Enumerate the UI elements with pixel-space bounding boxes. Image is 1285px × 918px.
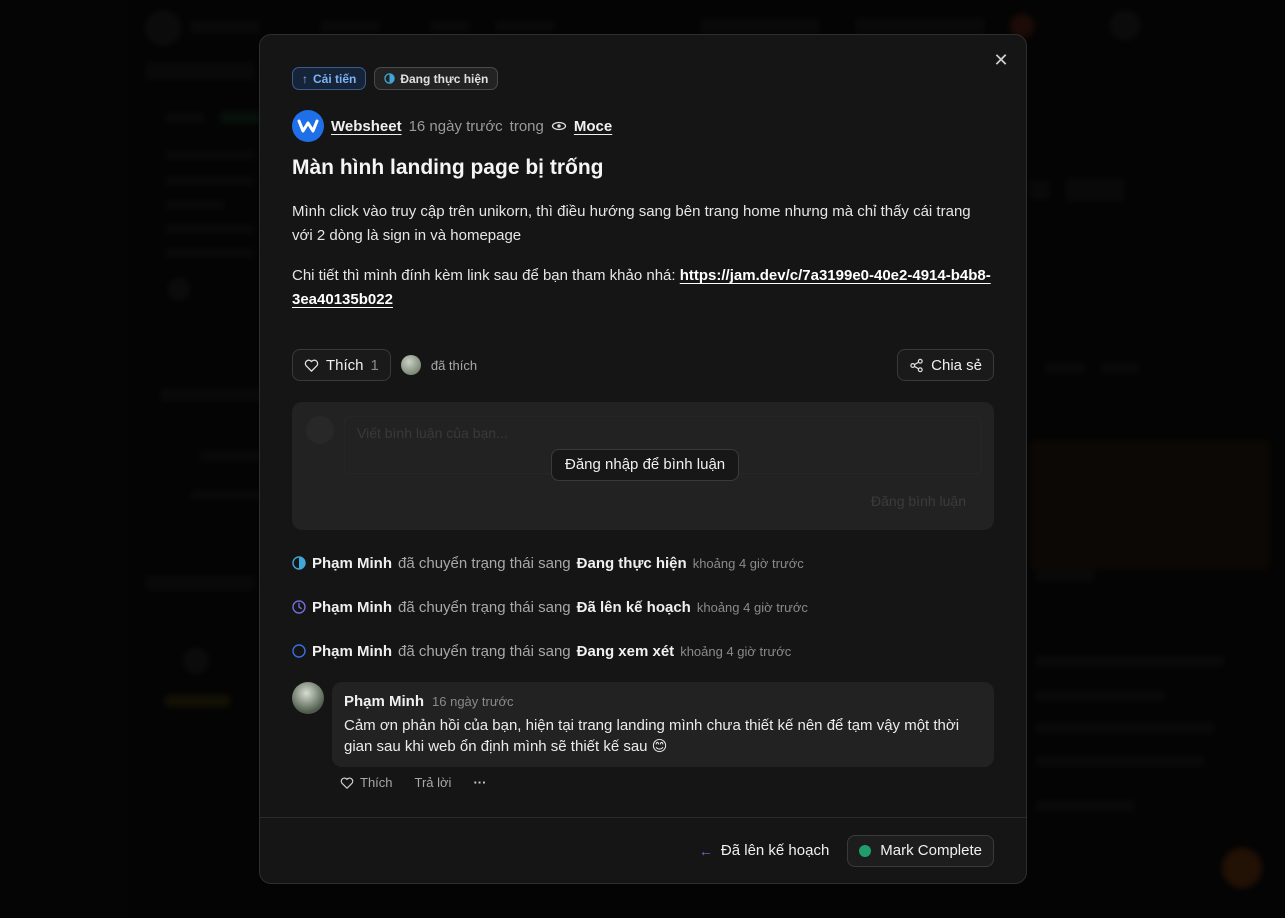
liked-text: đã thích	[430, 357, 478, 373]
share-icon	[910, 358, 923, 372]
in-progress-icon	[292, 556, 306, 570]
eye-icon	[551, 121, 567, 131]
login-to-comment-button[interactable]: Đăng nhập để bình luận	[551, 449, 740, 481]
tag-category[interactable]: ↑ Cải tiến	[292, 67, 367, 90]
more-options-icon[interactable]: ···	[473, 775, 486, 790]
comment-reply-button[interactable]: Trả lời	[415, 775, 452, 790]
board-link[interactable]: Moce	[574, 118, 612, 135]
activity-item: Phạm Minh đã chuyển trạng thái sang Đang…	[292, 552, 994, 574]
share-button[interactable]: Chia sẻ	[897, 349, 994, 381]
author-link[interactable]: Websheet	[331, 118, 402, 135]
in-progress-icon	[384, 73, 396, 84]
arrow-up-icon: ↑	[302, 71, 308, 86]
comment-actions: Thích Trả lời ···	[340, 775, 994, 790]
post-paragraph: Mình click vào truy cập trên unikorn, th…	[292, 203, 971, 244]
posted-time: 16 ngày trước	[408, 117, 503, 135]
like-count: 1	[370, 356, 379, 374]
avatar[interactable]	[292, 682, 324, 714]
comment-author[interactable]: Phạm Minh	[344, 693, 424, 710]
comment-time: 16 ngày trước	[432, 694, 514, 709]
like-button[interactable]: Thích 1	[292, 349, 391, 381]
comment-bubble: Phạm Minh 16 ngày trước Cảm ơn phản hồi …	[332, 682, 994, 767]
liker-avatar[interactable]	[400, 355, 421, 375]
status-back-button[interactable]: ← Đã lên kế hoạch	[699, 842, 829, 859]
post-content: ↑ Cải tiến Đang thực hiện Websheet 16 ng…	[292, 67, 994, 790]
clock-icon	[292, 600, 306, 614]
post-paragraph: Chi tiết thì mình đính kèm link sau để b…	[292, 267, 991, 308]
post-body: Mình click vào truy cập trên unikorn, th…	[292, 200, 994, 312]
activity-list: Phạm Minh đã chuyển trạng thái sang Đang…	[292, 552, 994, 662]
comment-text: Cảm ơn phản hồi của bạn, hiện tại trang …	[344, 717, 960, 755]
post-detail-modal: ✕ ↑ Cải tiến Đang thực hiện Websheet 16 …	[259, 34, 1027, 884]
post-title: Màn hình landing page bị trống	[292, 156, 604, 179]
arrow-left-icon: ←	[698, 842, 713, 859]
tag-status[interactable]: Đang thực hiện	[374, 67, 499, 90]
complete-status-icon	[859, 844, 872, 857]
mark-complete-button[interactable]: Mark Complete	[847, 834, 994, 867]
heart-icon	[340, 776, 354, 789]
activity-item: Phạm Minh đã chuyển trạng thái sang Đang…	[292, 640, 994, 662]
author-row: Websheet 16 ngày trước trong Moce	[292, 110, 994, 142]
comment-like-button[interactable]: Thích	[340, 775, 393, 790]
heart-icon	[304, 359, 319, 372]
post-actions: Thích 1 đã thích Chia sẻ	[292, 349, 994, 381]
post-comment-button[interactable]: Đăng bình luận	[859, 486, 978, 516]
modal-footer: ← Đã lên kế hoạch Mark Complete	[260, 817, 1026, 883]
websheet-logo	[292, 110, 324, 142]
post-tags: ↑ Cải tiến Đang thực hiện	[292, 67, 994, 90]
in-label: trong	[509, 117, 544, 135]
commenter-avatar	[306, 416, 334, 444]
comment-box: Viết bình luận của bạn... Đăng bình luận…	[292, 402, 994, 530]
activity-item: Phạm Minh đã chuyển trạng thái sang Đã l…	[292, 596, 994, 618]
circle-icon	[292, 644, 306, 658]
comment-item: Phạm Minh 16 ngày trước Cảm ơn phản hồi …	[292, 682, 994, 767]
